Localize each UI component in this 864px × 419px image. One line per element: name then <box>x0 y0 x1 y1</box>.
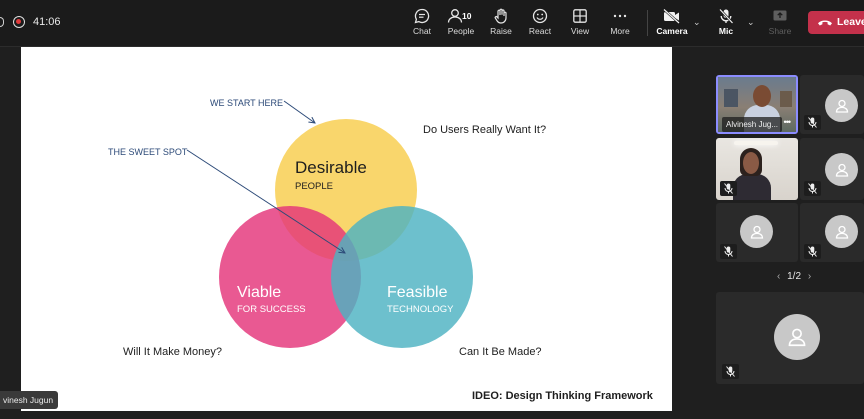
avatar <box>825 89 858 122</box>
we-start-here-arrow <box>283 100 315 123</box>
mic-off-icon <box>726 366 735 377</box>
participant-more-icon[interactable]: ••• <box>784 117 792 127</box>
smiley-icon <box>532 8 548 24</box>
participant-tile[interactable] <box>800 75 864 134</box>
react-label: React <box>528 26 552 36</box>
mic-off-icon <box>724 246 733 257</box>
participant-video-head <box>743 152 759 174</box>
avatar <box>825 153 858 186</box>
chat-button[interactable]: Chat <box>402 6 442 42</box>
mic-off-icon <box>719 8 734 24</box>
camera-label: Camera <box>656 26 688 36</box>
person-icon <box>835 225 848 239</box>
raise-label: Raise <box>490 26 512 36</box>
raise-hand-icon <box>494 8 507 24</box>
feasible-title: Feasible <box>387 284 448 301</box>
share-icon <box>773 10 787 21</box>
muted-indicator <box>720 244 737 259</box>
toolbar-divider <box>647 10 648 36</box>
raise-hand-button[interactable]: Raise <box>481 6 521 42</box>
gallery-page-indicator: 1/2 <box>787 271 802 282</box>
share-label: Share <box>768 26 792 36</box>
mic-button[interactable]: Mic <box>706 6 746 42</box>
muted-indicator <box>804 115 821 130</box>
gallery-prev-button[interactable]: ‹ <box>777 271 780 282</box>
meeting-toolbar: 41:06 Chat 10 People Raise React View Mo… <box>0 0 864 46</box>
share-button[interactable]: Share <box>760 6 800 42</box>
participant-video-body <box>733 174 771 200</box>
leave-label: Leave <box>837 16 864 28</box>
participant-video-head <box>753 85 771 107</box>
gallery-next-button[interactable]: › <box>808 271 811 282</box>
muted-indicator <box>804 181 821 196</box>
more-label: More <box>610 26 630 36</box>
chat-icon <box>414 8 430 24</box>
avatar <box>825 215 858 248</box>
question-made: Can It Be Made? <box>459 346 542 358</box>
meeting-timer: 41:06 <box>33 16 61 28</box>
mic-off-icon <box>808 117 817 128</box>
avatar <box>774 314 820 360</box>
recording-icon <box>13 16 25 28</box>
back-icon[interactable] <box>0 17 4 27</box>
mic-options-chevron-icon[interactable]: ⌄ <box>747 17 755 28</box>
person-icon <box>750 225 763 239</box>
feasible-circle <box>331 206 473 348</box>
gallery-pager: ‹ 1/2 › <box>777 271 811 282</box>
mic-label: Mic <box>718 26 734 36</box>
viable-title: Viable <box>237 284 281 301</box>
phone-hangup-icon <box>818 20 832 26</box>
presenter-name-tag: vinesh Jugun <box>0 391 59 409</box>
question-money: Will It Make Money? <box>123 346 222 358</box>
people-icon <box>447 9 463 23</box>
leave-button[interactable]: Leave <box>808 11 864 34</box>
people-label: People <box>447 26 475 36</box>
ceiling-light <box>734 141 778 145</box>
mic-off-icon <box>808 183 817 194</box>
people-button[interactable]: 10 People <box>441 6 481 42</box>
question-users: Do Users Really Want It? <box>423 124 546 136</box>
venn-diagram: WE START HERE THE SWEET SPOT Desirable P… <box>108 98 654 402</box>
camera-off-icon <box>663 8 680 24</box>
muted-indicator <box>720 181 737 196</box>
avatar <box>740 215 773 248</box>
viable-subtitle: FOR SUCCESS <box>237 304 306 315</box>
mic-off-icon <box>724 183 733 194</box>
shared-presentation-slide: WE START HERE THE SWEET SPOT Desirable P… <box>21 47 672 411</box>
mic-off-icon <box>808 246 817 257</box>
desirable-title: Desirable <box>295 158 367 177</box>
participant-tile[interactable] <box>800 138 864 200</box>
camera-button[interactable]: Camera <box>652 6 692 42</box>
slide-footer: IDEO: Design Thinking Framework <box>472 390 654 402</box>
chat-label: Chat <box>413 26 431 36</box>
person-icon <box>788 328 806 347</box>
view-label: View <box>570 26 590 36</box>
person-icon <box>835 99 848 113</box>
muted-indicator <box>722 364 739 379</box>
sweet-spot-label: THE SWEET SPOT <box>108 147 188 157</box>
participant-name: Alvinesh Jug... <box>722 117 783 132</box>
participant-tile[interactable] <box>800 203 864 262</box>
grid-view-icon <box>573 9 587 23</box>
we-start-here-label: WE START HERE <box>210 98 283 108</box>
participant-tile-alvinesh[interactable]: Alvinesh Jug... ••• <box>716 75 798 134</box>
more-icon <box>613 14 627 18</box>
bookshelf <box>780 91 792 107</box>
participant-tile-video[interactable] <box>716 138 798 200</box>
person-icon <box>835 163 848 177</box>
people-count: 10 <box>462 11 472 21</box>
feasible-subtitle: TECHNOLOGY <box>387 304 454 315</box>
camera-options-chevron-icon[interactable]: ⌄ <box>693 17 701 28</box>
more-button[interactable]: More <box>600 6 640 42</box>
participant-tile[interactable] <box>716 203 798 262</box>
participant-tile-self[interactable] <box>716 292 864 384</box>
muted-indicator <box>804 244 821 259</box>
bookshelf <box>724 89 738 107</box>
view-button[interactable]: View <box>560 6 600 42</box>
desirable-subtitle: PEOPLE <box>295 181 333 192</box>
react-button[interactable]: React <box>520 6 560 42</box>
